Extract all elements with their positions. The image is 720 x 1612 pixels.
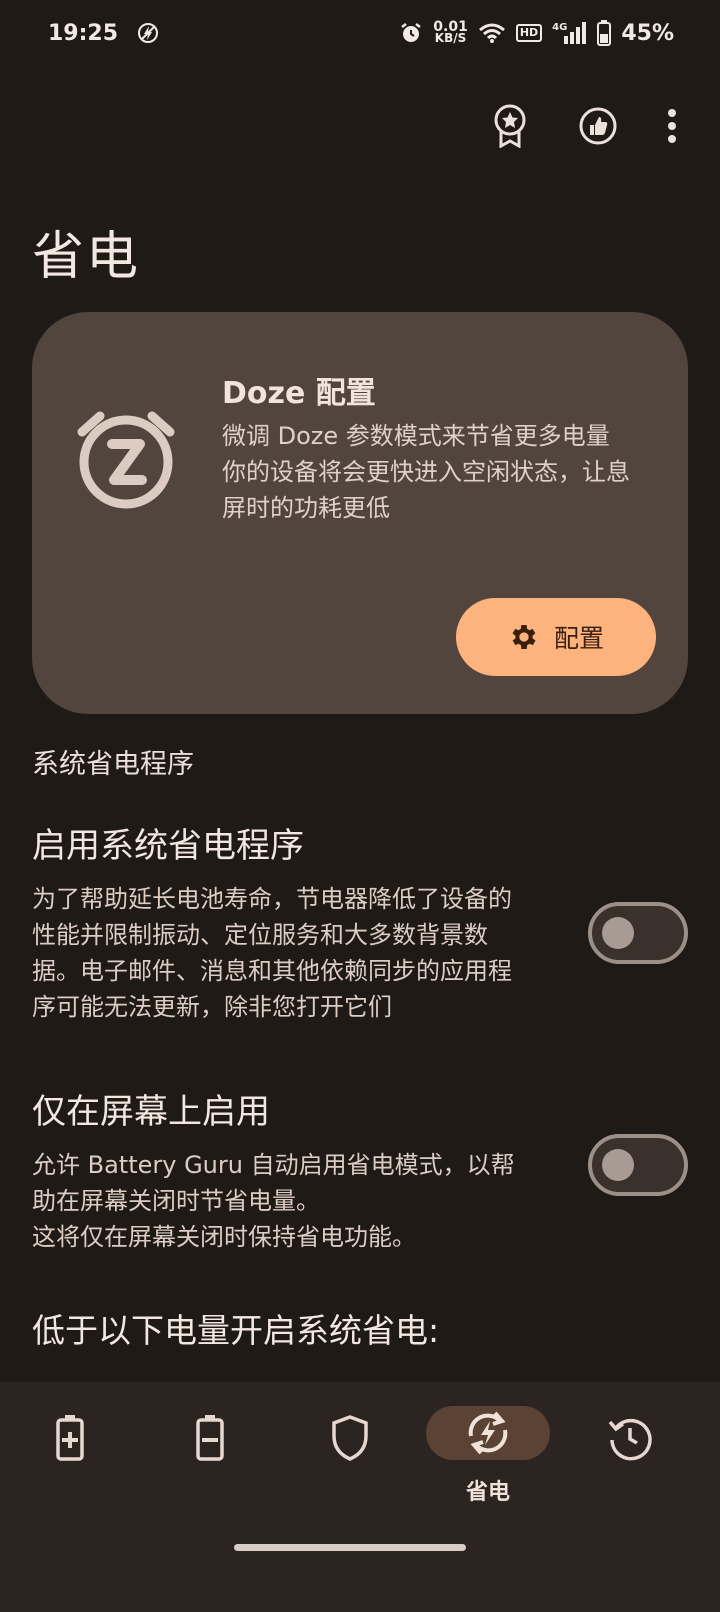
- more-options-button[interactable]: [664, 100, 680, 152]
- rate-button[interactable]: [576, 100, 620, 152]
- screen-off-only-toggle[interactable]: [588, 1134, 688, 1196]
- nav-pill: [148, 1406, 272, 1470]
- status-time: 19:25: [48, 20, 119, 46]
- toggle-knob: [602, 1149, 634, 1181]
- battery-percent: 45%: [621, 20, 674, 46]
- home-indicator[interactable]: [234, 1544, 466, 1551]
- setting-desc-line2: 这将仅在屏幕关闭时保持省电功能。: [32, 1223, 416, 1251]
- nav-pill: [288, 1406, 412, 1470]
- shield-icon: [332, 1415, 368, 1461]
- doze-card-description: 微调 Doze 参数模式来节省更多电量 你的设备将会更快进入空闲状态，让息屏时的…: [222, 418, 642, 526]
- nav-item-charging[interactable]: [10, 1406, 130, 1506]
- battery-charging-icon: [56, 1415, 84, 1461]
- setting-screen-off-only[interactable]: 仅在屏幕上启用 允许 Battery Guru 自动启用省电模式，以帮助在屏幕关…: [32, 1084, 688, 1255]
- doze-desc-line1: 微调 Doze 参数模式来节省更多电量: [222, 422, 610, 450]
- setting-description: 允许 Battery Guru 自动启用省电模式，以帮助在屏幕关闭时节省电量。 …: [32, 1147, 532, 1255]
- setting-title: 仅在屏幕上启用: [32, 1092, 270, 1132]
- network-speed: 0.01 KB/S: [433, 20, 468, 45]
- battery-discharging-icon: [196, 1415, 224, 1461]
- alarm-icon: [399, 21, 423, 45]
- screen: 19:25 0.01 KB/S HD 4G 45% 省电 Doze 配置 微调 …: [0, 0, 720, 1612]
- setting-desc-line1: 允许 Battery Guru 自动启用省电模式，以帮助在屏幕关闭时节省电量。: [32, 1151, 515, 1215]
- config-button[interactable]: 配置: [456, 598, 656, 676]
- below-level-title[interactable]: 低于以下电量开启系统省电:: [32, 1304, 439, 1352]
- page-title: 省电: [32, 227, 141, 287]
- network-speed-unit: KB/S: [434, 31, 467, 45]
- top-actions: [488, 100, 680, 152]
- power-saving-icon: [468, 1411, 508, 1455]
- section-header-system-saver: 系统省电程序: [32, 749, 194, 780]
- status-left: 19:25: [48, 21, 160, 46]
- enable-system-saver-toggle[interactable]: [588, 902, 688, 964]
- gear-icon: [512, 625, 536, 649]
- nav-label-power-saving: 省电: [465, 1480, 510, 1505]
- status-right: 0.01 KB/S HD 4G 45%: [399, 20, 674, 46]
- more-vert-icon: [668, 109, 676, 143]
- signal-icon: 4G: [552, 22, 587, 44]
- nav-item-discharging[interactable]: [150, 1406, 270, 1506]
- battery-icon: [597, 20, 612, 46]
- doze-config-card: Doze 配置 微调 Doze 参数模式来节省更多电量 你的设备将会更快进入空闲…: [32, 312, 688, 714]
- setting-description: 为了帮助延长电池寿命，节电器降低了设备的性能并限制振动、定位服务和大多数背景数据…: [32, 885, 512, 1021]
- award-button[interactable]: [488, 100, 532, 152]
- thumbs-up-icon: [579, 107, 617, 145]
- status-bar: 19:25 0.01 KB/S HD 4G 45%: [0, 0, 720, 66]
- nav-item-power-saving[interactable]: 省电: [426, 1406, 550, 1506]
- charging-disabled-icon: [136, 21, 160, 45]
- hd-badge: HD: [515, 24, 543, 42]
- doze-desc-line2: 你的设备将会更快进入空闲状态，让息屏时的功耗更低: [222, 458, 630, 522]
- nav-item-protection[interactable]: [290, 1406, 410, 1506]
- bottom-navigation: 省电: [0, 1382, 720, 1612]
- history-icon: [608, 1418, 652, 1461]
- nav-pill: [8, 1406, 132, 1470]
- wifi-icon: [478, 22, 506, 44]
- setting-title: 启用系统省电程序: [32, 826, 304, 866]
- setting-enable-system-saver[interactable]: 启用系统省电程序 为了帮助延长电池寿命，节电器降低了设备的性能并限制振动、定位服…: [32, 818, 688, 1025]
- nav-pill: [568, 1406, 692, 1470]
- award-icon: [494, 104, 526, 148]
- nav-pill-active: [426, 1406, 550, 1460]
- toggle-knob: [602, 917, 634, 949]
- nav-item-history[interactable]: [570, 1406, 690, 1506]
- network-type: 4G: [552, 21, 568, 33]
- doze-card-title: Doze 配置: [222, 376, 376, 411]
- doze-alarm-icon: [76, 404, 176, 514]
- config-button-label: 配置: [553, 624, 604, 653]
